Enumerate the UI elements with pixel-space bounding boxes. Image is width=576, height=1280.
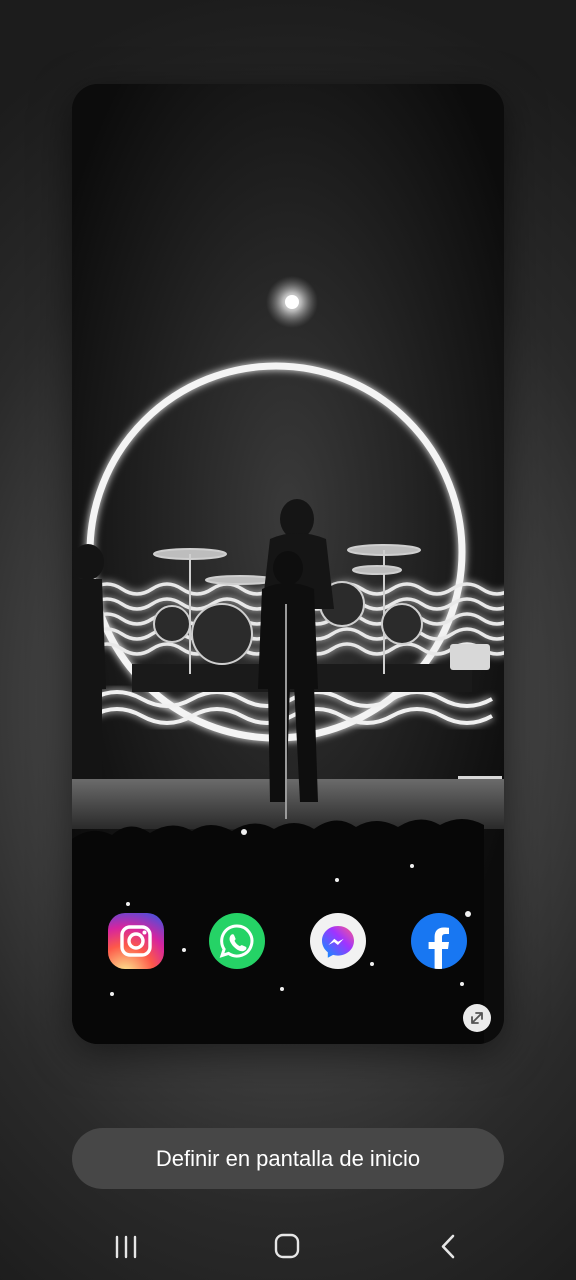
back-icon[interactable] (424, 1227, 472, 1267)
app-dock (72, 910, 504, 972)
instagram-icon[interactable] (108, 913, 164, 969)
recents-icon[interactable] (102, 1227, 150, 1267)
navigation-bar (0, 1215, 576, 1280)
expand-icon[interactable] (463, 1004, 491, 1032)
set-home-screen-button[interactable]: Definir en pantalla de inicio (72, 1128, 504, 1189)
messenger-icon[interactable] (310, 913, 366, 969)
whatsapp-icon[interactable] (209, 913, 265, 969)
facebook-icon[interactable] (411, 913, 467, 969)
wallpaper-preview (72, 84, 504, 1044)
home-icon[interactable] (263, 1227, 311, 1267)
wallpaper-image (72, 84, 504, 1044)
